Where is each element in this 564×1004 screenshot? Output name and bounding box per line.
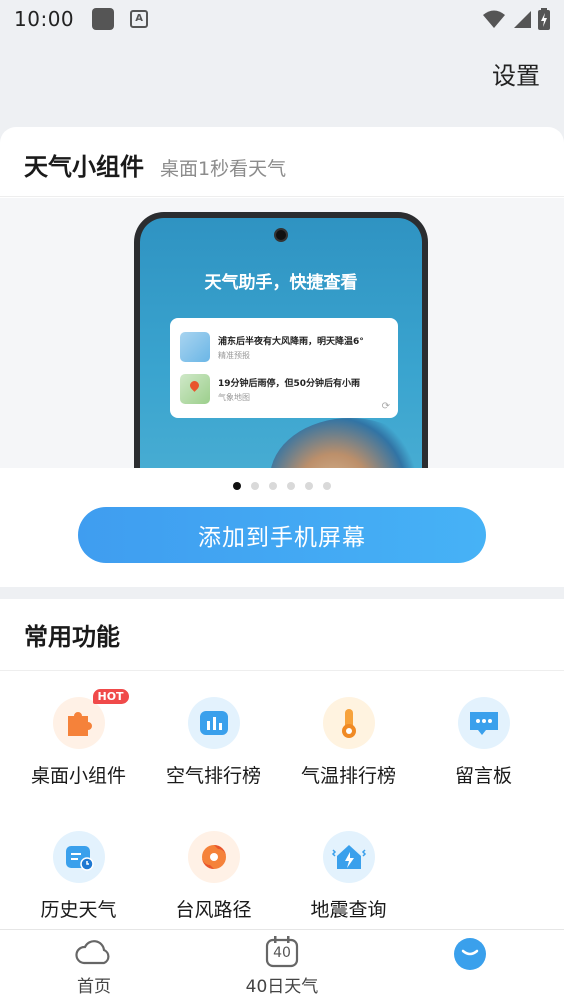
hot-badge: HOT: [92, 689, 129, 704]
nav-label: 40日天气: [245, 977, 319, 997]
nav-40-day-weather[interactable]: 40 40日天气: [188, 930, 376, 1004]
function-label: 台风路径: [175, 899, 252, 921]
nav-home[interactable]: 首页: [0, 930, 188, 1004]
preview-widget-card: 浦东后半夜有大风降雨，明天降温6° 精准预报 19分钟后雨停，但50分钟后有小雨…: [170, 318, 398, 418]
earthquake-icon: [322, 831, 375, 883]
calendar-40-icon: 40: [265, 936, 299, 968]
function-typhoon-path[interactable]: 台风路径: [143, 831, 284, 922]
preview-notification-row: 浦东后半夜有大风降雨，明天降温6° 精准预报: [180, 326, 388, 368]
function-desktop-widget[interactable]: HOT 桌面小组件: [8, 689, 149, 788]
app-notification-icon: [92, 8, 115, 30]
refresh-icon: ⟳: [381, 401, 390, 412]
status-indicators: [482, 8, 550, 30]
wallpaper-swirl: [270, 418, 422, 468]
phone-mockup: 天气助手，快捷查看 浦东后半夜有大风降雨，明天降温6° 精准预报 19分钟后雨停…: [134, 212, 428, 468]
signal-icon: [514, 11, 531, 28]
function-temperature-ranking[interactable]: 气温排行榜: [278, 697, 419, 788]
status-time: 10:00: [14, 7, 75, 31]
widget-header: 天气小组件 桌面1秒看天气: [0, 127, 564, 197]
function-label: 地震查询: [310, 899, 387, 921]
notification-main-text: 浦东后半夜有大风降雨，明天降温6°: [218, 336, 364, 347]
bottom-nav: 首页 40 40日天气: [0, 929, 564, 1004]
common-functions-card: 常用功能 HOT 桌面小组件 空气排行榜 气温排行榜 留言板 历史天气 台风路径…: [0, 599, 564, 929]
carousel-dot: [305, 482, 313, 490]
wifi-icon: [483, 10, 505, 28]
history-calendar-icon: [52, 831, 105, 883]
carousel-dot: [251, 482, 259, 490]
widget-card: 天气小组件 桌面1秒看天气 天气助手，快捷查看 浦东后半夜有大风降雨，明天降温6…: [0, 127, 564, 587]
carousel-dot: [269, 482, 277, 490]
functions-title: 常用功能: [0, 599, 564, 671]
keyboard-a-icon: A: [130, 10, 149, 28]
notification-sub-text: 气象地图: [218, 392, 250, 402]
puzzle-icon: HOT: [52, 689, 129, 749]
widget-subtitle: 桌面1秒看天气: [160, 158, 287, 180]
bar-chart-icon: [187, 697, 240, 749]
nav-profile[interactable]: [376, 930, 564, 1004]
cloud-icon: [75, 940, 110, 965]
notification-sub-text: 精准预报: [218, 350, 250, 360]
calendar-badge-text: 40: [273, 945, 291, 961]
function-history-weather[interactable]: 历史天气: [8, 831, 149, 922]
battery-icon: [538, 8, 550, 30]
carousel-dot: [323, 482, 331, 490]
phone-screen: 天气助手，快捷查看 浦东后半夜有大风降雨，明天降温6° 精准预报 19分钟后雨停…: [140, 218, 422, 468]
settings-link[interactable]: 设置: [492, 56, 540, 91]
function-label: 气温排行榜: [300, 765, 396, 787]
add-to-home-screen-button[interactable]: 添加到手机屏幕: [78, 507, 486, 563]
preview-headline: 天气助手，快捷查看: [204, 273, 358, 293]
function-label: 历史天气: [40, 899, 117, 921]
preview-notification-row: 19分钟后雨停，但50分钟后有小雨 气象地图: [180, 368, 388, 410]
carousel-dot: [287, 482, 295, 490]
widget-title: 天气小组件: [24, 153, 144, 181]
carousel-dot-active: [233, 482, 241, 490]
function-label: 空气排行榜: [165, 765, 261, 787]
function-label: 留言板: [454, 765, 512, 787]
function-air-ranking[interactable]: 空气排行榜: [143, 697, 284, 788]
notification-main-text: 19分钟后雨停，但50分钟后有小雨: [218, 378, 361, 389]
status-bar: 10:00 A: [0, 0, 564, 38]
carousel-indicator: [0, 482, 564, 490]
profile-icon: [454, 938, 486, 970]
camera-icon: [274, 228, 288, 242]
weather-thumb-icon: [180, 332, 210, 362]
typhoon-icon: [187, 831, 240, 883]
thermometer-icon: [322, 697, 375, 749]
map-thumb-icon: [180, 374, 210, 404]
message-board-icon: [457, 697, 510, 749]
function-earthquake-query[interactable]: 地震查询: [278, 831, 419, 922]
function-message-board[interactable]: 留言板: [413, 697, 554, 788]
nav-label: 首页: [77, 977, 111, 997]
widget-preview-carousel[interactable]: 天气助手，快捷查看 浦东后半夜有大风降雨，明天降温6° 精准预报 19分钟后雨停…: [0, 198, 564, 468]
function-label: 桌面小组件: [30, 765, 126, 787]
